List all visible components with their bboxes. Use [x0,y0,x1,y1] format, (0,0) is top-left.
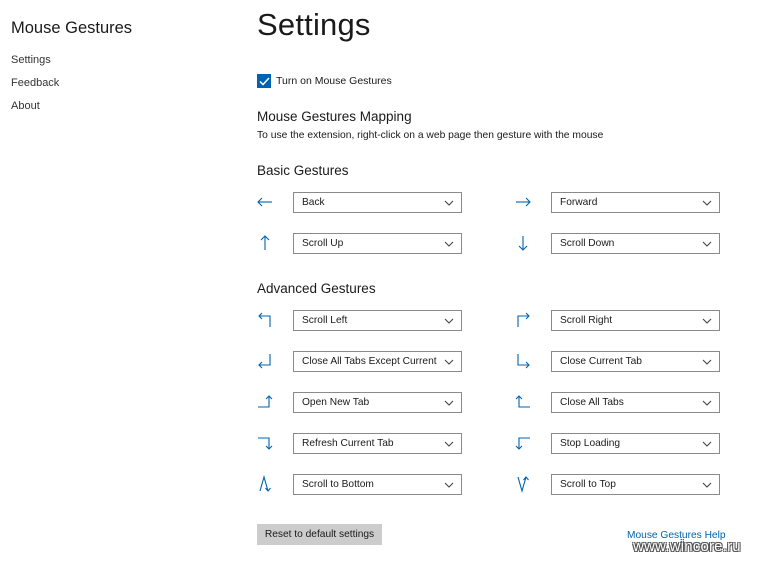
chevron-down-icon [702,440,712,448]
chevron-down-icon [702,481,712,489]
down-up-icon [514,475,532,493]
chevron-down-icon [702,199,712,207]
gesture-select-scroll-up[interactable]: Scroll Up [293,233,462,254]
basic-gestures-title: Basic Gestures [257,163,349,178]
gesture-select-scroll-left[interactable]: Scroll Left [293,310,462,331]
gesture-select-scroll-top[interactable]: Scroll to Top [551,474,720,495]
chevron-down-icon [702,317,712,325]
up-left-icon [256,311,274,329]
chevron-down-icon [444,440,454,448]
arrow-up-icon [256,234,274,252]
advanced-gestures-title: Advanced Gestures [257,281,376,296]
reset-defaults-button[interactable]: Reset to default settings [257,524,382,545]
down-right-icon [514,352,532,370]
chevron-down-icon [444,199,454,207]
arrow-left-icon [256,193,274,211]
gesture-select-back[interactable]: Back [293,192,462,213]
gesture-select-close-current[interactable]: Close Current Tab [551,351,720,372]
mapping-description: To use the extension, right-click on a w… [257,130,604,141]
checkmark-icon [258,76,270,86]
gesture-select-close-all-tabs[interactable]: Close All Tabs [551,392,720,413]
gesture-select-scroll-bottom[interactable]: Scroll to Bottom [293,474,462,495]
gesture-select-scroll-down[interactable]: Scroll Down [551,233,720,254]
gestures-toggle-label: Turn on Mouse Gestures [276,75,392,87]
chevron-down-icon [702,358,712,366]
arrow-down-icon [514,234,532,252]
gesture-select-stop-loading[interactable]: Stop Loading [551,433,720,454]
page-title: Settings [257,7,371,42]
arrow-right-icon [514,193,532,211]
up-right-icon [514,311,532,329]
chevron-down-icon [702,399,712,407]
chevron-down-icon [444,358,454,366]
gesture-select-scroll-right[interactable]: Scroll Right [551,310,720,331]
gesture-select-close-all-except[interactable]: Close All Tabs Except Current [293,351,462,372]
left-down-icon [514,434,532,452]
gesture-select-refresh[interactable]: Refresh Current Tab [293,433,462,454]
chevron-down-icon [444,399,454,407]
main-content: Settings Turn on Mouse Gestures Mouse Ge… [0,0,768,565]
right-down-icon [256,434,274,452]
up-down-icon [256,475,274,493]
gestures-checkbox[interactable] [257,74,271,88]
chevron-down-icon [444,481,454,489]
gesture-select-forward[interactable]: Forward [551,192,720,213]
mapping-title: Mouse Gestures Mapping [257,109,412,124]
gesture-select-open-new-tab[interactable]: Open New Tab [293,392,462,413]
right-up-icon [256,393,274,411]
down-left-icon [256,352,274,370]
left-up-icon [514,393,532,411]
watermark: www.wincore.ru [633,538,741,555]
chevron-down-icon [702,240,712,248]
gestures-toggle[interactable]: Turn on Mouse Gestures [257,73,392,89]
chevron-down-icon [444,317,454,325]
chevron-down-icon [444,240,454,248]
